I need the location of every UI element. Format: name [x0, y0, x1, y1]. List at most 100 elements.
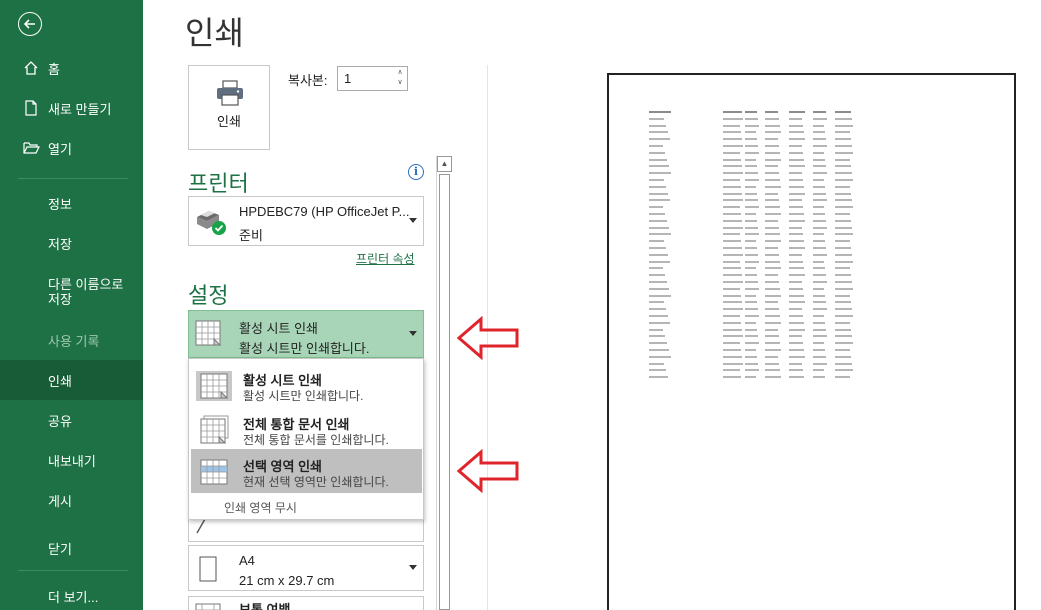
menu-item-active-sheet[interactable]: 활성 시트 인쇄 활성 시트만 인쇄합니다.: [191, 363, 422, 407]
preview-cell: [765, 247, 778, 249]
preview-cell: [789, 117, 802, 120]
preview-cell: [835, 158, 850, 161]
paper-size-dropdown[interactable]: A4 21 cm x 29.7 cm: [188, 545, 424, 591]
preview-cell: [835, 267, 850, 270]
nav-new[interactable]: 새로 만들기: [0, 88, 143, 128]
printer-name: HPDEBC79 (HP OfficeJet P...: [239, 204, 410, 219]
preview-cell: [789, 138, 805, 141]
nav-print[interactable]: 인쇄: [0, 360, 143, 400]
scroll-up-arrow[interactable]: ▲: [437, 156, 452, 172]
preview-cell: [765, 355, 778, 358]
sheet-icon: [196, 371, 232, 406]
page-icon: [199, 556, 217, 587]
menu-item-entire-workbook[interactable]: 전체 통합 문서 인쇄 전체 통합 문서를 인쇄합니다.: [191, 407, 422, 451]
preview-cell: [745, 151, 759, 154]
printer-dropdown[interactable]: HPDEBC79 (HP OfficeJet P... 준비: [188, 196, 424, 246]
annotation-arrow-icon: [456, 316, 519, 360]
preview-cell: [789, 131, 804, 134]
copies-increment[interactable]: ∧: [395, 68, 405, 78]
ignore-print-area-option[interactable]: 인쇄 영역 무시: [224, 499, 297, 516]
preview-cell: [835, 233, 853, 236]
preview-cell: [649, 260, 670, 263]
preview-cell: [813, 342, 824, 345]
preview-cell: [649, 247, 666, 249]
back-button[interactable]: [18, 12, 42, 36]
settings-scrollbar[interactable]: ▲: [436, 156, 452, 610]
preview-cell: [835, 199, 852, 202]
preview-cell: [745, 226, 758, 229]
nav-more[interactable]: 더 보기...: [0, 576, 143, 610]
preview-cell: [745, 369, 759, 372]
preview-cell: [813, 308, 827, 311]
preview-cell: [835, 192, 851, 195]
preview-cell: [789, 260, 803, 263]
home-icon: [22, 59, 40, 77]
preview-cell: [789, 376, 804, 379]
preview-cell: [835, 219, 851, 222]
preview-cell: [723, 274, 742, 277]
preview-cell: [723, 179, 740, 181]
preview-cell: [649, 219, 667, 222]
preview-cell: [765, 213, 781, 215]
preview-cell: [765, 376, 781, 379]
preview-cell: [835, 335, 852, 338]
preview-cell: [835, 165, 851, 168]
preview-cell: [649, 294, 671, 297]
nav-open[interactable]: 열기: [0, 128, 143, 168]
preview-cell: [835, 172, 852, 175]
preview-cell: [765, 294, 781, 297]
preview-cell: [835, 328, 851, 331]
preview-cell: [835, 124, 853, 127]
info-icon[interactable]: i: [408, 164, 424, 180]
preview-cell: [723, 117, 743, 120]
preview-cell: [789, 308, 802, 311]
preview-cell: [745, 355, 757, 358]
preview-cell: [723, 281, 743, 283]
preview-cell: [813, 185, 825, 188]
preview-cell: [835, 185, 850, 188]
print-what-dropdown[interactable]: 활성 시트 인쇄 활성 시트만 인쇄합니다.: [188, 310, 424, 358]
copies-input[interactable]: 1 ∧ ∨: [337, 66, 408, 91]
preview-cell: [789, 219, 805, 222]
printer-properties-link[interactable]: 프린터 속성: [356, 250, 415, 267]
preview-cell: [723, 328, 742, 331]
preview-cell: [813, 240, 825, 243]
nav-save-as[interactable]: 다른 이름으로 저장: [0, 270, 143, 314]
preview-cell: [723, 301, 742, 304]
nav-save[interactable]: 저장: [0, 223, 143, 263]
nav-export[interactable]: 내보내기: [0, 440, 143, 480]
copies-decrement[interactable]: ∨: [395, 78, 405, 88]
printer-icon: [216, 80, 244, 111]
nav-home[interactable]: 홈: [0, 48, 143, 88]
nav-close[interactable]: 닫기: [0, 528, 143, 568]
preview-cell: [649, 369, 666, 372]
preview-cell: [765, 172, 779, 175]
preview-cell: [649, 253, 668, 256]
nav-info[interactable]: 정보: [0, 183, 143, 223]
margins-dropdown[interactable]: 보통 여백: [188, 596, 424, 610]
preview-cell: [649, 131, 668, 134]
preview-cell: [789, 328, 805, 331]
preview-cell: [789, 369, 803, 372]
preview-cell: [765, 199, 779, 202]
print-button[interactable]: 인쇄: [188, 65, 270, 150]
preview-cell: [813, 376, 825, 379]
preview-cell: [649, 321, 670, 324]
preview-cell: [765, 233, 780, 236]
preview-cell: [765, 342, 780, 345]
preview-cell: [765, 179, 780, 181]
preview-cell: [723, 192, 742, 195]
selection-icon: [196, 457, 232, 492]
preview-cell: [765, 131, 781, 134]
menu-item-print-selection[interactable]: 선택 영역 인쇄 현재 선택 영역만 인쇄합니다.: [191, 449, 422, 493]
preview-cell: [723, 240, 741, 243]
preview-cell: [789, 192, 805, 195]
scroll-thumb[interactable]: [439, 174, 450, 610]
preview-cell: [789, 213, 804, 215]
nav-publish[interactable]: 게시: [0, 480, 143, 520]
preview-cell: [649, 328, 663, 331]
preview-cell: [649, 281, 667, 283]
preview-cell: [765, 335, 779, 338]
preview-cell: [813, 267, 825, 270]
nav-share[interactable]: 공유: [0, 400, 143, 440]
